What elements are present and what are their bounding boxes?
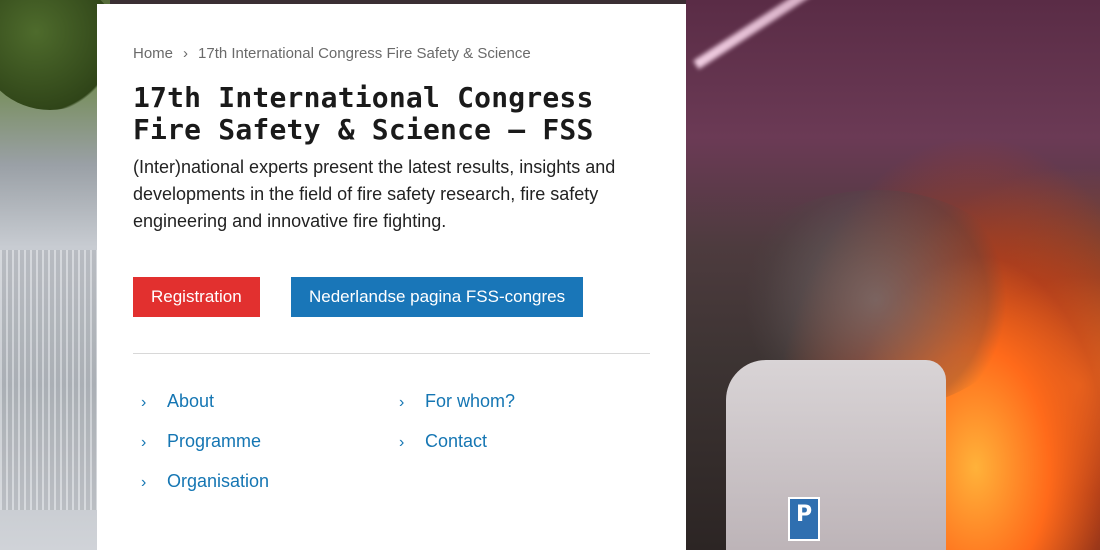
chevron-right-icon: › xyxy=(399,394,405,411)
about-link-label: About xyxy=(167,391,215,411)
chevron-right-icon: › xyxy=(141,434,147,451)
chevron-right-icon: › xyxy=(141,474,147,491)
programme-link-label: Programme xyxy=(167,431,262,451)
photo-water-jet xyxy=(693,0,1085,70)
page-title: 17th International Congress Fire Safety … xyxy=(133,82,653,146)
page-title-line-1: 17th International Congress xyxy=(133,81,594,114)
organisation-link-label: Organisation xyxy=(167,471,270,491)
photo-building-wall xyxy=(0,250,110,510)
organisation-link[interactable]: › Organisation xyxy=(141,471,269,492)
chevron-right-icon: › xyxy=(141,394,147,411)
photo-left-building xyxy=(0,0,120,550)
intro-text: (Inter)national experts present the late… xyxy=(133,157,616,231)
contact-link-label: Contact xyxy=(425,431,488,451)
contact-link[interactable]: › Contact xyxy=(399,431,487,452)
chevron-right-icon: › xyxy=(399,434,405,451)
content-card: Home › 17th International Congress Fire Sa… xyxy=(97,4,686,550)
about-link[interactable]: › About xyxy=(141,391,214,412)
photo-fire-scene: P xyxy=(686,0,1100,550)
parking-sign-icon: P xyxy=(788,497,820,541)
photo-burning-bus xyxy=(726,360,946,550)
breadcrumb: Home › 17th International Congress Fire Sa… xyxy=(133,45,531,62)
programme-link[interactable]: › Programme xyxy=(141,431,261,452)
page-title-line-2: Fire Safety & Science – FSS xyxy=(133,113,594,146)
breadcrumb-chevron-icon: › xyxy=(183,45,189,62)
breadcrumb-current: 17th International Congress Fire Safety … xyxy=(198,45,531,62)
for-whom-link[interactable]: › For whom? xyxy=(399,391,515,412)
dutch-page-button[interactable]: Nederlandse pagina FSS-congres xyxy=(291,277,584,317)
breadcrumb-home-link[interactable]: Home xyxy=(133,45,173,62)
section-divider xyxy=(133,353,650,354)
registration-button[interactable]: Registration xyxy=(133,277,260,317)
for-whom-link-label: For whom? xyxy=(425,391,516,411)
